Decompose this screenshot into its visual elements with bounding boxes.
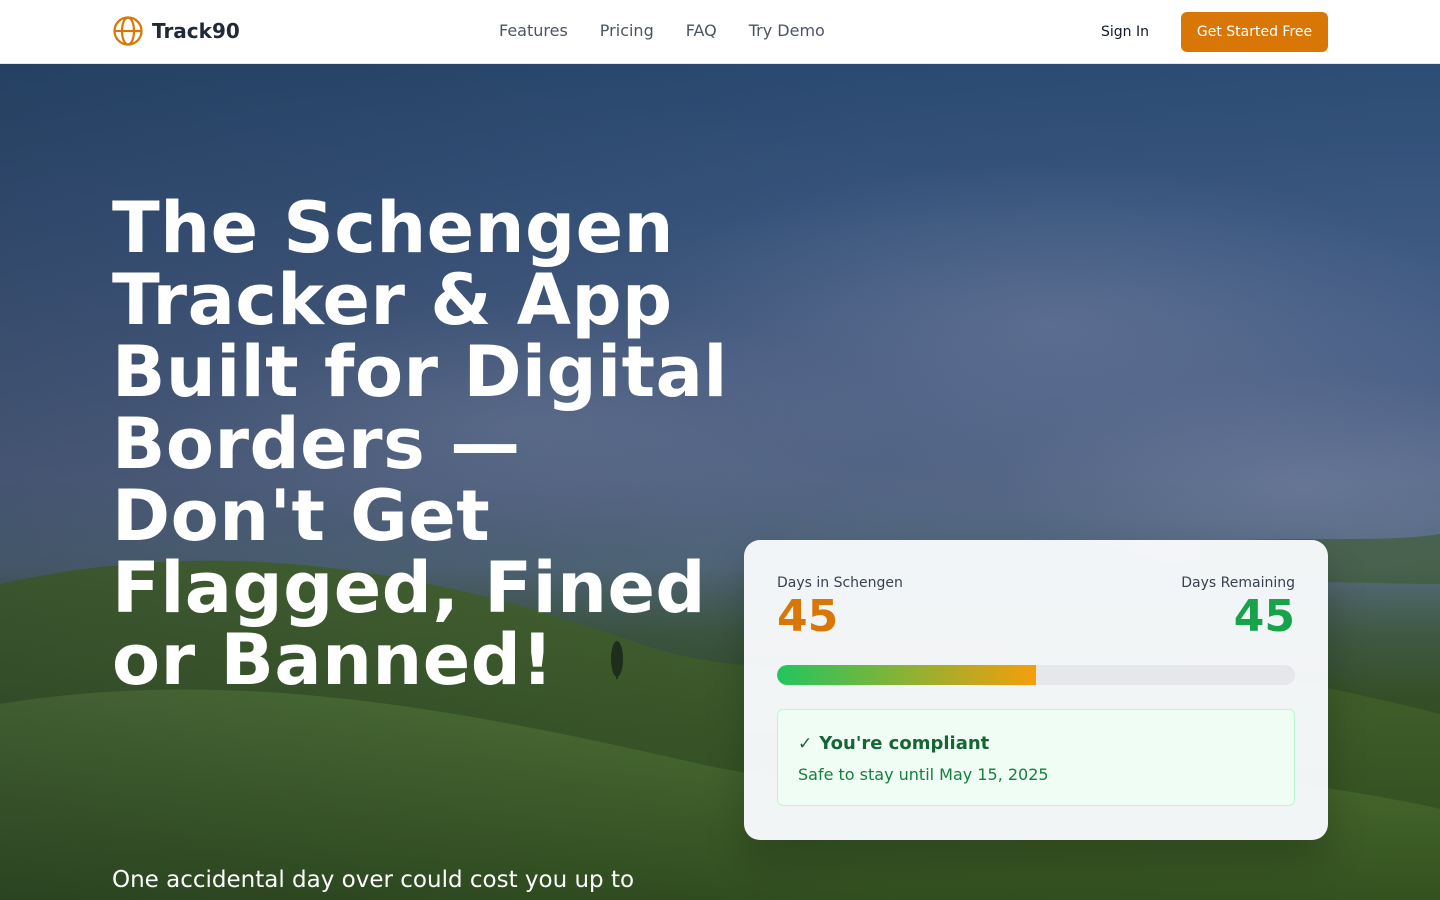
sign-in-link[interactable]: Sign In	[1101, 22, 1149, 42]
site-header: Track90 Features Pricing FAQ Try Demo Si…	[0, 0, 1440, 64]
brand-logo-link[interactable]: Track90	[112, 15, 240, 47]
hero-subtitle: One accidental day over could cost you u…	[112, 867, 635, 893]
nav-link-pricing[interactable]: Pricing	[600, 20, 654, 42]
compliance-card: Days in Schengen 45 Days Remaining 45 ✓ …	[744, 540, 1328, 840]
brand-name: Track90	[152, 19, 240, 43]
check-icon: ✓	[798, 734, 813, 754]
days-remaining-label: Days Remaining	[1181, 575, 1295, 591]
days-in-schengen-value: 45	[777, 591, 839, 642]
days-remaining-value: 45	[1233, 591, 1295, 642]
nav-link-try-demo[interactable]: Try Demo	[749, 20, 825, 42]
main-nav: Features Pricing FAQ Try Demo	[499, 20, 825, 42]
status-title: You're compliant	[819, 733, 990, 754]
hero-section: The Schengen Tracker & App Built for Dig…	[0, 64, 1440, 900]
globe-icon	[113, 16, 143, 46]
status-subtitle: Safe to stay until May 15, 2025	[798, 765, 1049, 784]
hero-title: The Schengen Tracker & App Built for Dig…	[112, 187, 728, 701]
days-progress-fill	[777, 665, 1036, 685]
get-started-button[interactable]: Get Started Free	[1181, 12, 1328, 52]
compliance-status-box: ✓ You're compliant Safe to stay until Ma…	[777, 709, 1295, 806]
days-in-schengen-label: Days in Schengen	[777, 575, 903, 591]
days-progress-bar	[777, 665, 1295, 685]
nav-link-features[interactable]: Features	[499, 20, 568, 42]
status-title-row: ✓ You're compliant	[798, 733, 989, 755]
nav-link-faq[interactable]: FAQ	[686, 20, 717, 42]
